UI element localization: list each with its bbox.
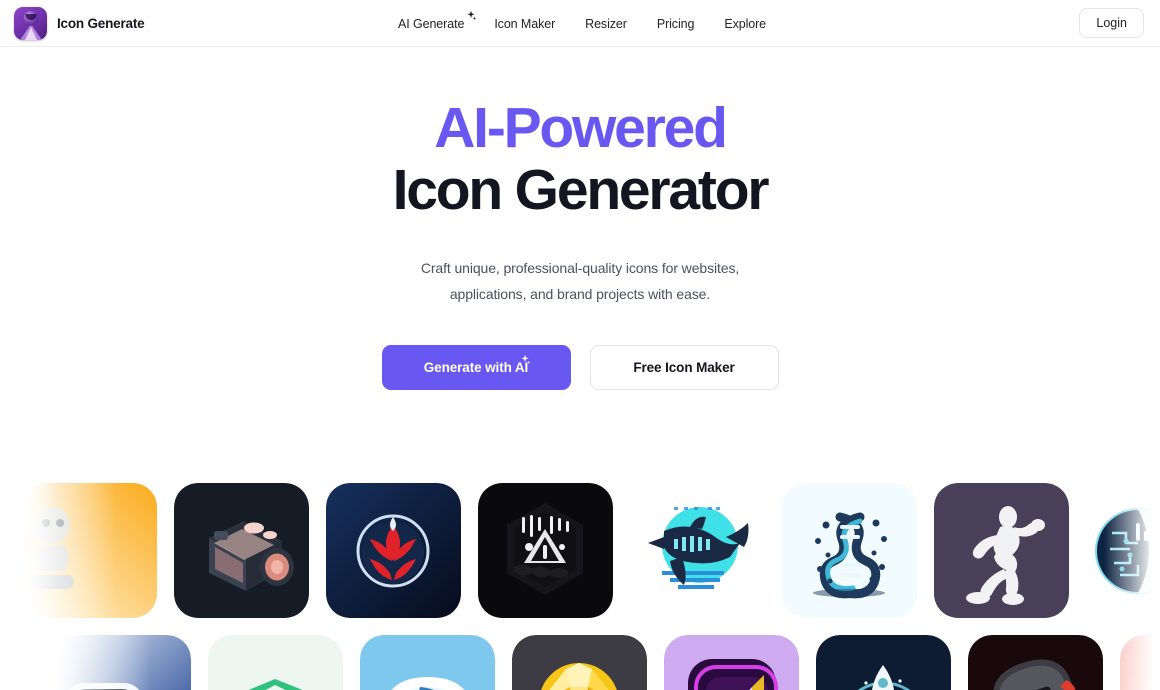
generate-with-ai-button[interactable]: Generate with AI [381,344,571,390]
site-header: Icon Generate AI Generate Icon Maker Res… [0,0,1160,47]
nav-item-icon-maker[interactable]: Icon Maker [494,17,555,31]
nav-item-pricing[interactable]: Pricing [657,17,695,31]
red-flame-leaf-emblem-icon[interactable] [326,483,461,618]
dark-cave-house-hexagon-icon[interactable] [478,483,613,618]
isometric-camera-icon[interactable] [174,483,309,618]
camera-lens-blue-icon[interactable] [56,635,191,690]
sparkle-icon [518,354,531,367]
purple-music-app-icon[interactable] [664,635,799,690]
pink-gradient-icon[interactable] [1120,635,1160,690]
running-athlete-icon[interactable] [934,483,1069,618]
cta-row: Generate with AI Free Icon Maker [0,344,1160,390]
circuit-sphere-icon[interactable] [1086,483,1160,618]
main-nav: AI Generate Icon Maker Resizer Pricing E… [398,0,766,47]
generate-with-ai-label: Generate with AI [423,359,529,375]
page-title-line1: AI-Powered [434,96,728,160]
brand-name: Icon Generate [57,16,145,31]
astronaut-logo-icon [14,7,47,40]
blue-helmet-icon[interactable] [360,635,495,690]
red-black-helmet-icon[interactable] [968,635,1103,690]
nav-item-label: AI Generate [398,16,465,31]
robot-orange-gradient-icon[interactable] [22,483,157,618]
sparkle-icon [464,10,477,23]
login-button[interactable]: Login [1079,8,1144,38]
free-icon-maker-button[interactable]: Free Icon Maker [589,344,779,390]
pixel-art-marlin-fish-icon[interactable] [630,483,765,618]
page-title-line2: Icon Generator [392,157,770,222]
hero-subtitle-line2: applications, and brand projects with ea… [449,285,711,302]
nav-item-explore[interactable]: Explore [724,17,766,31]
emerald-gem-icon[interactable] [208,635,343,690]
hero-section: AI-Powered Icon Generator Craft unique, … [0,47,1160,390]
icon-gallery [0,483,1160,690]
nav-item-ai-generate[interactable]: AI Generate [398,10,477,31]
hero-subtitle-line1: Craft unique, professional-quality icons… [420,260,740,277]
gallery-row-1 [22,483,1160,618]
nav-item-resizer[interactable]: Resizer [585,17,627,31]
gold-diamond-icon[interactable] [512,635,647,690]
dna-helix-icon[interactable] [782,483,917,618]
rocket-launch-badge-icon[interactable] [816,635,951,690]
gallery-row-2 [56,635,1160,690]
brand[interactable]: Icon Generate [14,7,145,40]
